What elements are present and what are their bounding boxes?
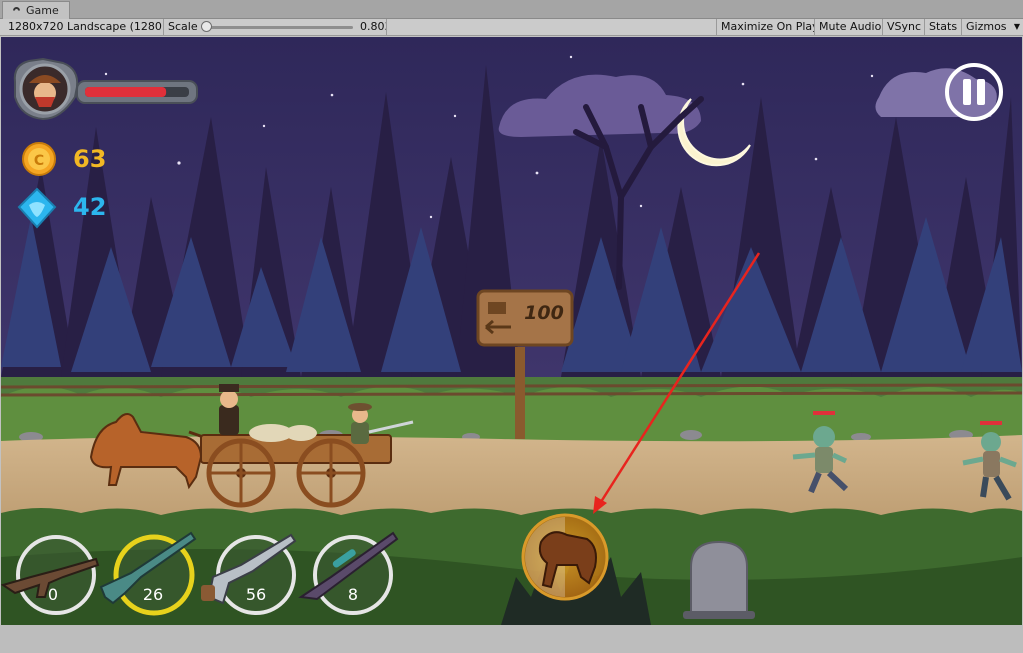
scale-label-container: Scale	[164, 19, 200, 36]
game-view-toolbar: 1280x720 Landscape (1280 Scale 0.803 Max…	[0, 19, 1023, 36]
tab-game-label: Game	[26, 4, 59, 17]
chevron-down-icon: ▼	[1013, 22, 1020, 31]
game-viewport[interactable]: 100 C 63 42 0 26 56 8	[1, 37, 1022, 625]
signpost-distance: 100	[524, 302, 564, 324]
scale-value: 0.803	[360, 20, 386, 33]
svg-text:C: C	[34, 153, 44, 169]
coin-icon: C	[22, 142, 56, 176]
ammo-count: 0	[48, 585, 58, 604]
pause-icon	[963, 79, 971, 105]
scale-label: Scale	[168, 20, 198, 33]
maximize-on-play-label: Maximize On Play	[721, 20, 815, 33]
ammo-count: 8	[348, 585, 358, 604]
resolution-dropdown[interactable]: 1280x720 Landscape (1280	[4, 19, 164, 36]
health-bar-fill	[85, 87, 167, 97]
scale-slider-handle[interactable]	[201, 21, 212, 32]
ammo-count: 26	[143, 585, 163, 604]
horse-ability-button[interactable]	[521, 513, 609, 601]
gravestone	[683, 540, 755, 619]
vsync-label: VSync	[887, 20, 922, 33]
vsync-toggle[interactable]: VSync	[883, 19, 925, 36]
gem-count: 42	[73, 193, 106, 221]
gizmos-dropdown[interactable]: Gizmos ▼	[962, 19, 1023, 36]
mute-audio-label: Mute Audio	[819, 20, 882, 33]
stats-toggle[interactable]: Stats	[925, 19, 962, 36]
editor-tab-bar: Game	[0, 0, 1023, 19]
mute-audio-toggle[interactable]: Mute Audio	[815, 19, 883, 36]
stats-label: Stats	[929, 20, 958, 33]
coin-count: 63	[73, 145, 106, 173]
game-scene: 100 C 63 42 0 26 56 8	[1, 37, 1022, 625]
scale-value-container: 0.803	[356, 19, 387, 36]
tab-game[interactable]: Game	[2, 1, 70, 19]
ammo-count: 56	[246, 585, 266, 604]
maximize-on-play-toggle[interactable]: Maximize On Play	[716, 19, 815, 36]
resolution-label: 1280x720 Landscape (1280	[8, 20, 162, 33]
scale-slider-track[interactable]	[205, 26, 353, 29]
editor-bottom-strip	[0, 625, 1023, 653]
gizmos-label: Gizmos	[966, 20, 1007, 33]
game-tab-icon	[13, 7, 20, 11]
